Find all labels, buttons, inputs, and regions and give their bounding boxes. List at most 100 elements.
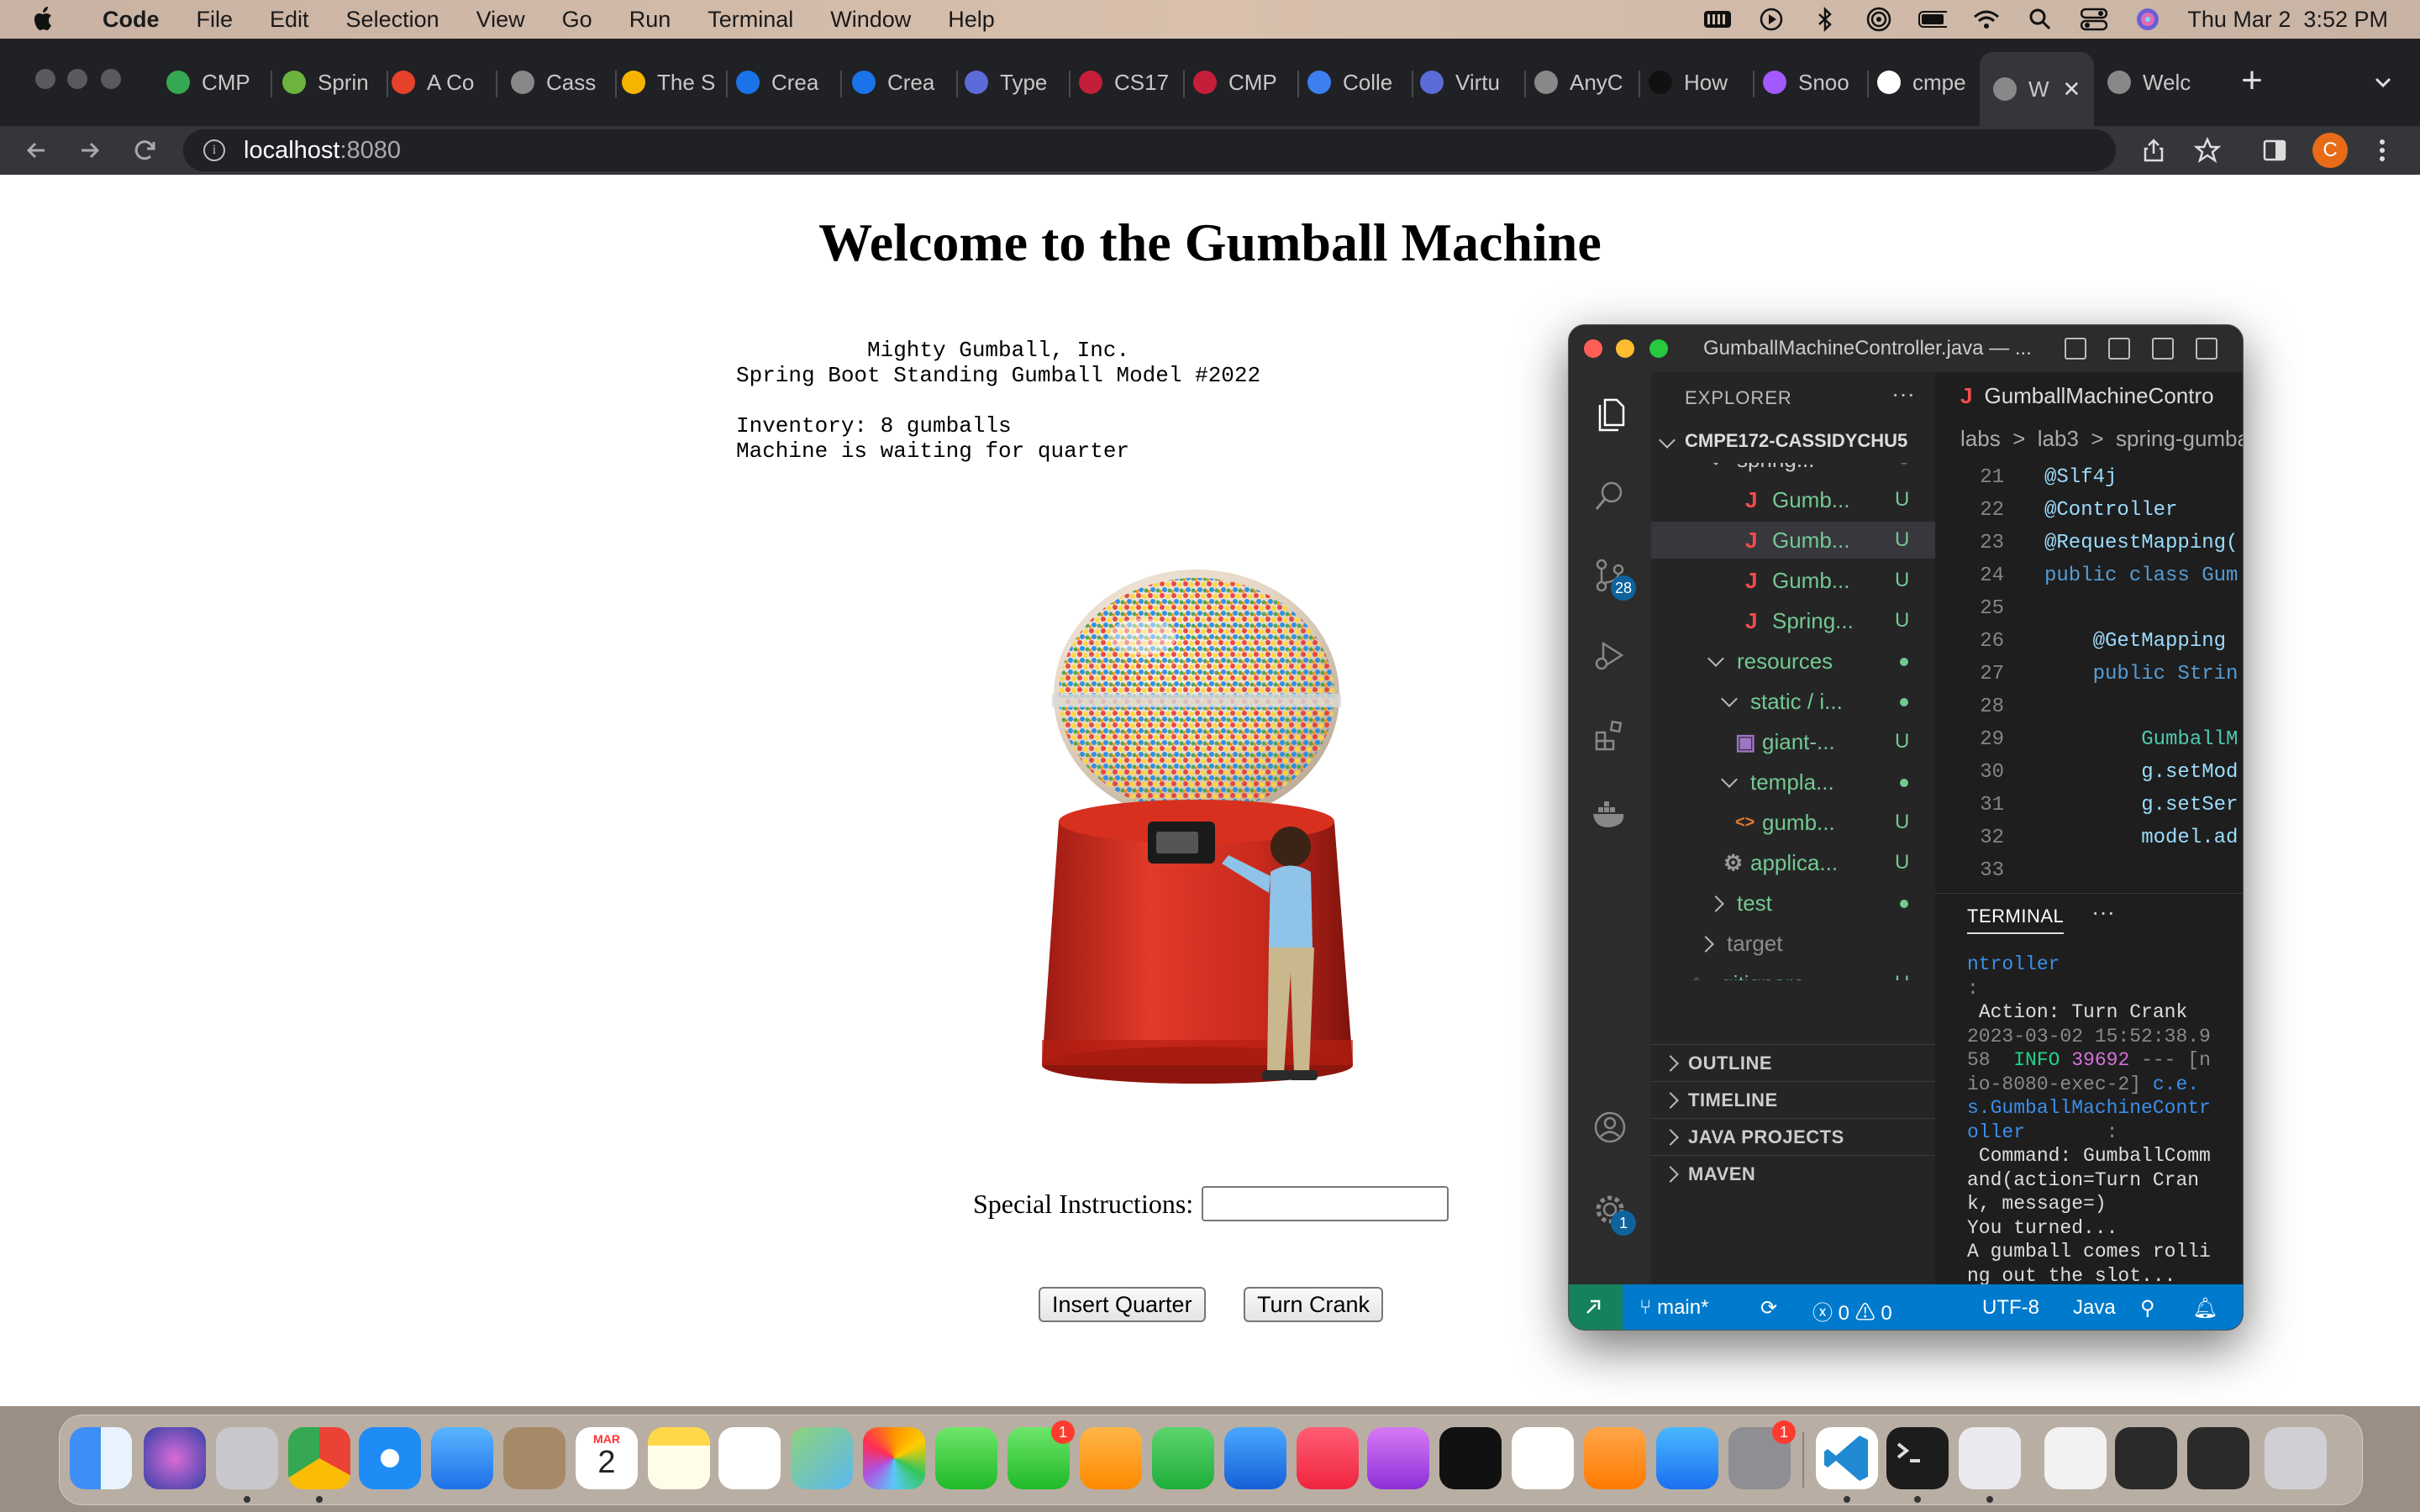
back-arrow-icon[interactable] — [20, 134, 52, 166]
forward-arrow-icon[interactable] — [74, 134, 106, 166]
news-icon[interactable] — [1512, 1427, 1574, 1489]
mail-icon[interactable] — [431, 1427, 493, 1489]
menu-go[interactable]: Go — [562, 7, 592, 33]
control-center-icon[interactable] — [2080, 7, 2108, 32]
globe-app-icon[interactable] — [1959, 1427, 2021, 1489]
terminal-more-icon[interactable]: ··· — [2091, 899, 2115, 926]
podcasts-icon[interactable] — [1367, 1427, 1429, 1489]
battery-meter-icon[interactable] — [1703, 7, 1732, 32]
browser-tab[interactable]: cmpe — [1877, 66, 1975, 99]
file-tree-item[interactable]: static / i... — [1651, 683, 1935, 720]
screenshot-thumb-icon[interactable] — [2115, 1427, 2177, 1489]
notifications-bell-icon[interactable]: 🔔︎ — [2192, 1296, 2217, 1320]
finder-icon[interactable] — [70, 1427, 132, 1489]
docker-icon[interactable] — [1589, 794, 1631, 836]
file-tree-item[interactable]: ▣ giant-... U — [1651, 723, 1935, 760]
browser-tab[interactable]: Type — [965, 66, 1062, 99]
siri-icon[interactable] — [2133, 7, 2162, 32]
menu-terminal[interactable]: Terminal — [708, 7, 793, 33]
bluetooth-icon[interactable] — [1811, 7, 1839, 32]
browser-tab[interactable]: Crea — [852, 66, 950, 99]
menu-file[interactable]: File — [197, 7, 234, 33]
menu-selection[interactable]: Selection — [346, 7, 439, 33]
document-icon[interactable] — [2044, 1427, 2107, 1489]
photos-icon[interactable] — [863, 1427, 925, 1489]
insert-quarter-button[interactable]: Insert Quarter — [1039, 1287, 1206, 1322]
manage-gear-icon[interactable]: 1 — [1589, 1189, 1636, 1236]
file-tree-item[interactable]: resources — [1651, 643, 1935, 680]
explorer-icon[interactable] — [1589, 394, 1631, 436]
project-root[interactable]: CMPE172-CASSIDYCHU5 — [1651, 424, 1935, 458]
messages-icon[interactable] — [935, 1427, 997, 1489]
launchpad-icon[interactable] — [216, 1427, 278, 1489]
menu-window[interactable]: Window — [830, 7, 911, 33]
apple-icon[interactable] — [32, 6, 59, 33]
run-debug-icon[interactable] — [1589, 634, 1631, 676]
chrome-menu-icon[interactable] — [2366, 134, 2398, 166]
terminal-tab[interactable]: TERMINAL — [1967, 906, 2065, 934]
browser-tab[interactable]: CMP — [1193, 66, 1291, 99]
browser-tab[interactable]: How — [1649, 66, 1746, 99]
bookmark-star-icon[interactable] — [2191, 134, 2223, 166]
browser-tab[interactable]: Snoo — [1763, 66, 1860, 99]
breadcrumb[interactable]: labs > lab3 > spring-gumba — [1960, 421, 2243, 456]
trash-icon[interactable] — [2265, 1427, 2327, 1489]
facetime-icon[interactable]: 1 — [1007, 1420, 1075, 1489]
toggle-secondary-sidebar-icon[interactable] — [2152, 338, 2174, 360]
explorer-more-icon[interactable]: ··· — [1891, 381, 1915, 407]
accounts-icon[interactable] — [1589, 1106, 1631, 1148]
file-tree-item[interactable]: J Spring... U — [1651, 602, 1935, 639]
notes-icon[interactable] — [648, 1427, 710, 1489]
browser-tab[interactable]: AnyC — [1534, 66, 1632, 99]
window-zoom-button[interactable] — [101, 69, 121, 89]
branch-indicator[interactable]: ⑂ main* — [1639, 1296, 1708, 1320]
toggle-panel-icon[interactable] — [2108, 338, 2130, 360]
file-tree-item[interactable]: ⚙ applica... U — [1651, 844, 1935, 881]
siri-icon[interactable] — [144, 1427, 206, 1489]
vscode-icon[interactable] — [1816, 1427, 1878, 1489]
calendar-icon[interactable]: MAR 2 — [576, 1427, 638, 1489]
reminders-icon[interactable] — [718, 1427, 781, 1489]
timeline-section[interactable]: TIMELINE — [1651, 1081, 1935, 1118]
apple-tv-icon[interactable] — [1439, 1427, 1502, 1489]
window-minimize-button[interactable] — [67, 69, 87, 89]
turn-crank-button[interactable]: Turn Crank — [1244, 1287, 1384, 1322]
app-store-icon[interactable] — [1656, 1427, 1718, 1489]
vscode-close-button[interactable] — [1584, 339, 1602, 358]
profile-avatar[interactable]: C — [2312, 133, 2348, 168]
safari-icon[interactable] — [359, 1427, 421, 1489]
browser-tab[interactable]: The S — [622, 66, 719, 99]
file-tree-item[interactable]: templa... — [1651, 764, 1935, 801]
system-settings-icon[interactable]: 1 — [1728, 1420, 1796, 1489]
terminal-output[interactable]: ntroller : Action: Turn Crank 2023-03-02… — [1967, 953, 2219, 1312]
window-close-button[interactable] — [35, 69, 55, 89]
tab-search-chevron-icon[interactable] — [2368, 67, 2398, 97]
browser-tab[interactable]: CMP — [166, 66, 264, 99]
file-tree-item[interactable]: J Gumb... U — [1651, 481, 1935, 518]
books-icon[interactable] — [1584, 1427, 1646, 1489]
extensions-icon[interactable] — [1589, 715, 1631, 757]
browser-tab[interactable]: Colle — [1307, 66, 1405, 99]
app-menu[interactable]: Code — [103, 7, 160, 33]
browser-tab[interactable]: Virtu — [1420, 66, 1518, 99]
file-tree-item[interactable]: target — [1651, 925, 1935, 962]
menu-edit[interactable]: Edit — [270, 7, 309, 33]
pages-icon[interactable] — [1080, 1427, 1142, 1489]
maps-icon[interactable] — [791, 1427, 853, 1489]
browser-tab[interactable]: CS17 — [1079, 66, 1176, 99]
new-tab-button[interactable]: + — [2235, 62, 2269, 99]
file-tree-item[interactable]: spring... — [1651, 463, 1935, 478]
wifi-icon[interactable] — [1972, 7, 2001, 32]
code-editor[interactable]: 21 @Slf4j 22 @Controller 23 @RequestMapping(2… — [1935, 461, 2243, 888]
menu-help[interactable]: Help — [948, 7, 995, 33]
maven-section[interactable]: MAVEN — [1651, 1155, 1935, 1192]
encoding-indicator[interactable]: UTF-8 — [1982, 1296, 2039, 1320]
address-bar[interactable]: i localhost:8080 — [183, 129, 2116, 171]
customize-layout-icon[interactable] — [2196, 338, 2217, 360]
chrome-icon[interactable] — [288, 1427, 350, 1489]
file-tree-item[interactable]: ◆ .gitignore U — [1651, 965, 1935, 980]
java-projects-section[interactable]: JAVA PROJECTS — [1651, 1118, 1935, 1155]
menu-run[interactable]: Run — [629, 7, 671, 33]
browser-tab[interactable]: W ✕ — [1980, 52, 2094, 126]
special-instructions-input[interactable] — [1202, 1186, 1449, 1221]
